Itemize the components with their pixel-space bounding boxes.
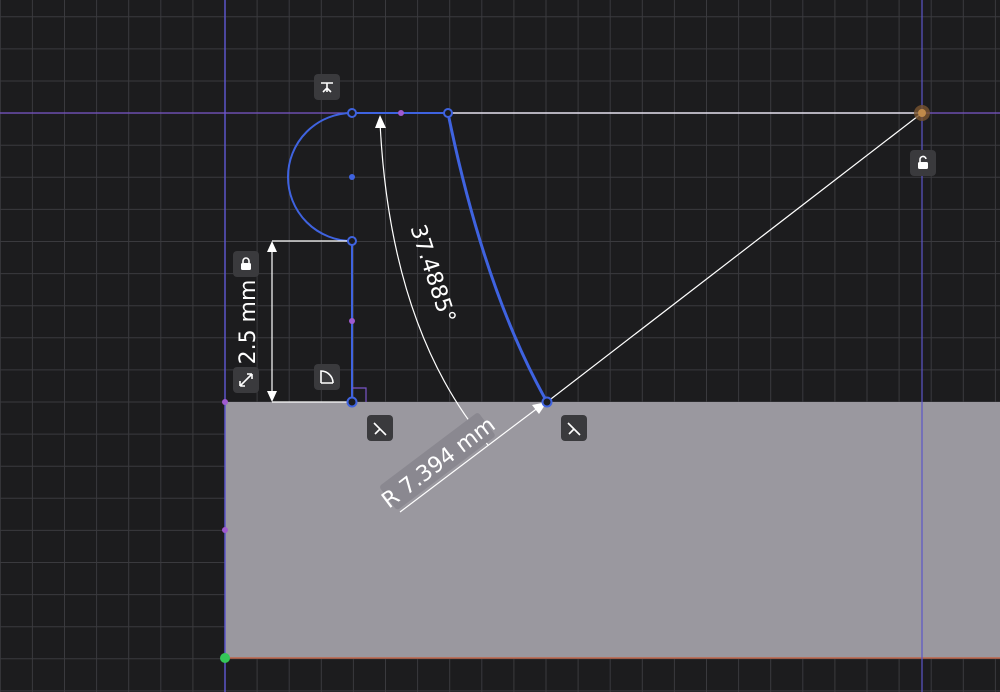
construction-line-diagonal[interactable] <box>546 112 923 403</box>
lock-icon <box>238 256 254 272</box>
corner-point <box>346 396 358 408</box>
pivot-point <box>918 109 926 117</box>
coincident-constraint-chip-2[interactable] <box>561 415 587 441</box>
arc-start-point <box>347 108 357 118</box>
radius-arc-end-point <box>541 396 553 408</box>
arc-end-point <box>347 236 357 246</box>
coincident-constraint-icon <box>565 419 583 437</box>
arc-center-point <box>349 174 355 180</box>
midpoint-marker <box>222 399 228 405</box>
tangent-constraint-icon <box>318 368 336 386</box>
sketch-canvas[interactable]: 2.5 mm 37.4885° R 7.394 mm <box>0 0 1000 692</box>
coincident-constraint-chip[interactable] <box>367 415 393 441</box>
origin-point <box>220 653 230 663</box>
lock-chip[interactable] <box>233 251 259 277</box>
coincident-constraint-icon <box>371 419 389 437</box>
horizontal-constraint-icon <box>318 78 336 96</box>
angle-dimension[interactable]: 37.4885° <box>375 115 489 446</box>
radius-arc <box>446 112 549 403</box>
line-end-point <box>443 108 453 118</box>
midpoint-marker <box>222 527 228 533</box>
tangent-constraint-chip[interactable] <box>314 364 340 390</box>
extruded-body-face[interactable] <box>225 402 1000 658</box>
unlock-chip[interactable] <box>910 150 936 176</box>
unlock-icon <box>915 155 931 171</box>
fixed-size-icon <box>237 371 255 389</box>
horizontal-constraint-chip[interactable] <box>314 74 340 100</box>
midpoint-marker <box>349 318 355 324</box>
height-dimension-label: 2.5 mm <box>236 280 261 365</box>
fixed-size-chip[interactable] <box>233 367 259 393</box>
midpoint-marker <box>398 110 404 116</box>
